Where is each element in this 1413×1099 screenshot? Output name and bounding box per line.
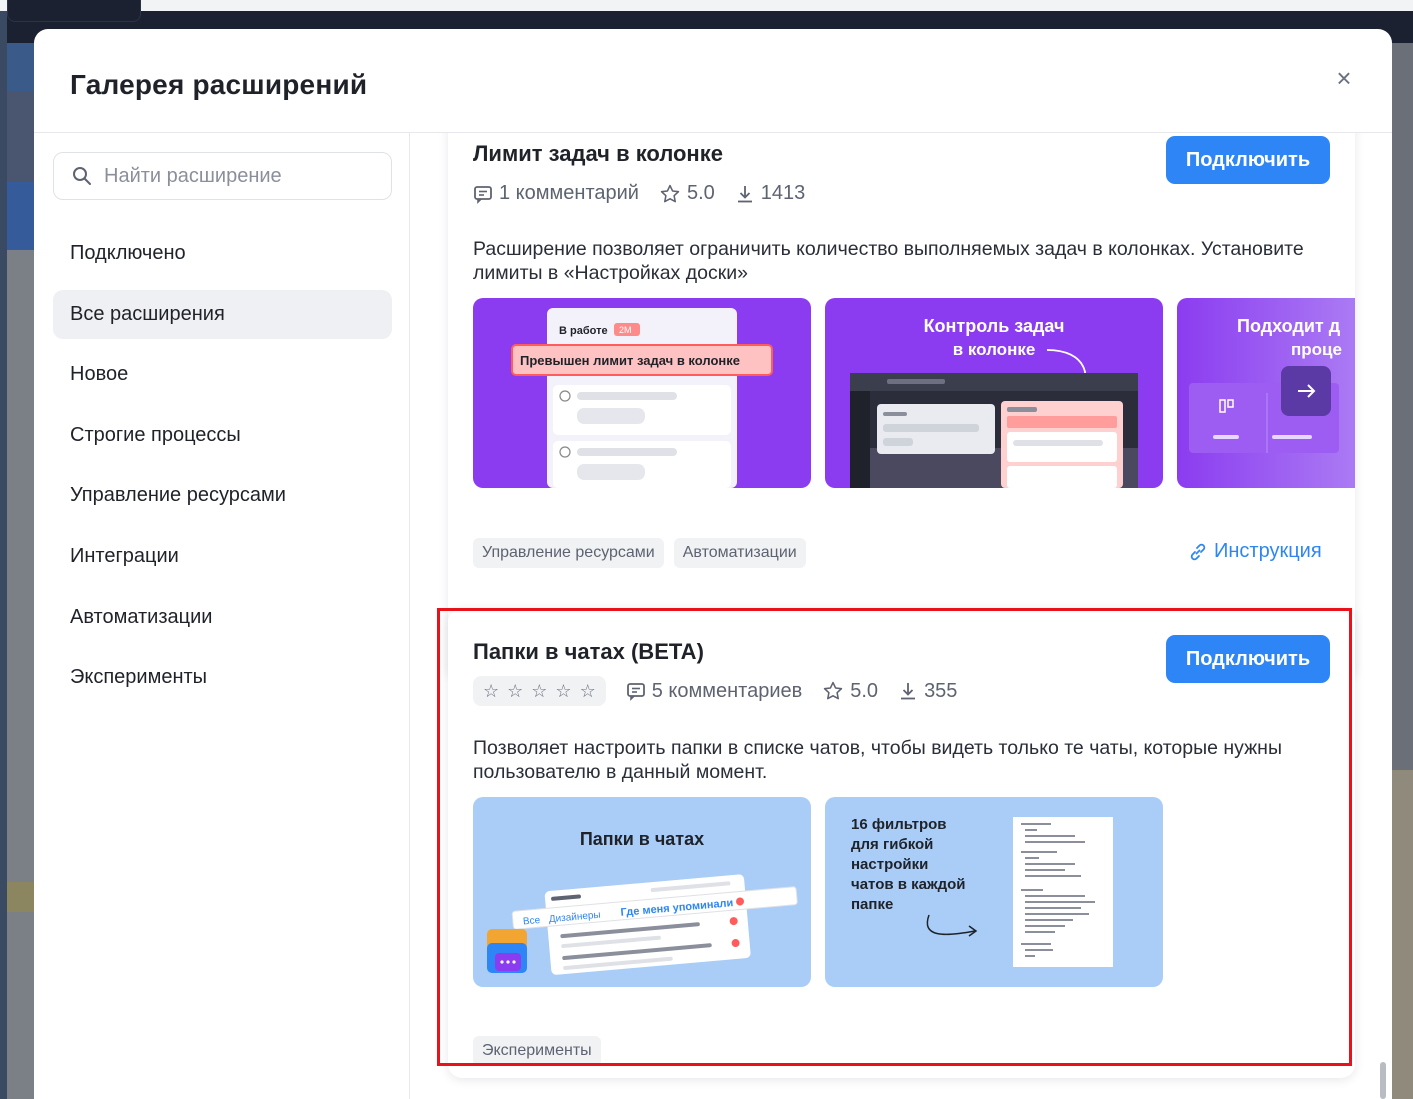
screenshot-image: Контроль задач в колонке	[825, 298, 1163, 488]
star-icon	[660, 184, 680, 202]
sidebar-item-new[interactable]: Новое	[53, 350, 392, 399]
tag[interactable]: Эксперименты	[473, 1036, 601, 1066]
tags-list: Эксперименты	[473, 1036, 611, 1066]
search-icon	[73, 167, 91, 185]
comment-icon	[626, 683, 645, 701]
connect-button[interactable]: Подключить	[1166, 635, 1330, 683]
star-icon	[824, 681, 843, 700]
screenshot-thumbnail[interactable]: Контроль задач в колонке	[825, 298, 1163, 488]
comments-count[interactable]: 5 комментариев	[626, 679, 803, 703]
comments-label: 1 комментарий	[499, 182, 639, 204]
background-band	[7, 43, 37, 91]
download-icon	[901, 683, 916, 700]
extension-card: Лимит задач в колонке Подключить 1 комме…	[448, 133, 1355, 680]
tag[interactable]: Автоматизации	[673, 538, 806, 568]
link-icon	[1190, 543, 1206, 560]
background-tab	[7, 0, 141, 22]
background-topstrip	[0, 0, 1413, 11]
comments-count[interactable]: 1 комментарий	[473, 182, 639, 205]
thumb-heading-line2: проце	[1291, 340, 1342, 359]
sidebar-item-strict-processes[interactable]: Строгие процессы	[53, 411, 392, 460]
extension-description: Расширение позволяет ограничить количест…	[473, 238, 1304, 284]
thumb-heading-line1: Контроль задач	[924, 316, 1065, 336]
background-right-lower	[1392, 770, 1413, 1099]
thumb-limit-badge: 2М	[619, 325, 632, 335]
extension-title: Папки в чатах (BETA)	[473, 639, 704, 664]
star-outline-icon[interactable]: ☆	[507, 681, 523, 702]
connect-button[interactable]: Подключить	[1166, 136, 1330, 184]
scrollbar[interactable]	[1380, 1062, 1386, 1099]
thumb-limit-alert: Превышен лимит задач в колонке	[520, 353, 740, 368]
star-outline-icon[interactable]: ☆	[531, 681, 547, 702]
thumb-heading-line2: в колонке	[953, 340, 1036, 359]
download-icon	[737, 185, 752, 202]
modal-title: Галерея расширений	[70, 69, 368, 100]
sidebar-item-all-extensions[interactable]: Все расширения	[53, 289, 392, 339]
comment-icon	[474, 185, 492, 204]
thumb-heading: Папки в чатах	[580, 829, 704, 849]
rating: 5.0	[822, 680, 878, 703]
screenshot-image: В работе 2М Превышен лимит задач в колон…	[473, 298, 811, 488]
search-box[interactable]	[53, 152, 392, 200]
thumb-text-line: для гибкой	[851, 836, 933, 853]
downloads-value: 1413	[760, 182, 806, 204]
background-accent	[7, 882, 37, 912]
downloads: 1413	[735, 182, 806, 205]
downloads: 355	[898, 680, 957, 703]
background-band	[7, 182, 37, 250]
sidebar-item-integrations[interactable]: Интеграции	[53, 532, 392, 581]
star-outline-icon[interactable]: ☆	[483, 681, 499, 702]
screenshot-image: Подходит д проце	[1177, 298, 1355, 488]
screenshot-thumbnail[interactable]: Подходит д проце	[1177, 298, 1355, 488]
thumb-heading-line1: Подходит д	[1237, 316, 1341, 336]
tag[interactable]: Управление ресурсами	[473, 538, 664, 568]
screenshot-image: Папки в чатах Все Дизайнеры Где меня упо…	[473, 797, 811, 987]
sidebar: Подключено Все расширения Новое Строгие …	[34, 133, 410, 1099]
thumb-text-line: чатов в каждой	[851, 876, 966, 893]
extension-meta: ☆ ☆ ☆ ☆ ☆ 5 комментариев 5.0 355	[473, 676, 977, 706]
extensions-list: Лимит задач в колонке Подключить 1 комме…	[410, 133, 1392, 1099]
screenshot-thumbnail[interactable]: В работе 2М Превышен лимит задач в колон…	[473, 298, 811, 488]
close-button[interactable]: ×	[1330, 65, 1358, 93]
thumb-column-title: В работе	[559, 325, 608, 337]
extension-card: Папки в чатах (BETA) Подключить ☆ ☆ ☆ ☆ …	[448, 608, 1355, 1078]
thumb-text-line: папке	[851, 896, 893, 913]
sidebar-item-automations[interactable]: Автоматизации	[53, 593, 392, 642]
rating-value: 5.0	[850, 679, 879, 702]
modal-header: Галерея расширений ×	[34, 29, 1392, 133]
thumb-tab: Все	[522, 915, 541, 927]
tags-list: Управление ресурсами Автоматизации	[473, 538, 816, 568]
instruction-link[interactable]: Инструкция	[1188, 540, 1322, 563]
comments-label: 5 комментариев	[651, 679, 803, 702]
rating-value: 5.0	[686, 182, 715, 204]
sidebar-item-connected[interactable]: Подключено	[53, 229, 392, 278]
star-outline-icon[interactable]: ☆	[555, 681, 571, 702]
extension-meta: 1 комментарий 5.0 1413	[473, 182, 825, 205]
screenshots-carousel: Папки в чатах Все Дизайнеры Где меня упо…	[473, 797, 1355, 987]
sidebar-nav: Подключено Все расширения Новое Строгие …	[53, 229, 392, 714]
screenshots-carousel: В работе 2М Превышен лимит задач в колон…	[473, 298, 1355, 488]
thumb-text-line: настройки	[851, 856, 928, 873]
screenshot-image: 16 фильтров для гибкой настройки чатов в…	[825, 797, 1163, 987]
background-panel	[7, 250, 37, 1099]
sidebar-item-resource-management[interactable]: Управление ресурсами	[53, 471, 392, 520]
star-outline-icon[interactable]: ☆	[580, 681, 596, 702]
rate-stars[interactable]: ☆ ☆ ☆ ☆ ☆	[473, 676, 606, 706]
rating: 5.0	[659, 182, 715, 205]
extensions-gallery-modal: Галерея расширений × Подключено Все расш…	[34, 29, 1392, 1099]
thumb-text-line: 16 фильтров	[851, 816, 947, 833]
downloads-value: 355	[924, 679, 958, 702]
extension-description: Позволяет настроить папки в списке чатов…	[473, 737, 1282, 783]
extension-title: Лимит задач в колонке	[473, 141, 723, 166]
instruction-label: Инструкция	[1214, 540, 1322, 562]
screenshot-thumbnail[interactable]: 16 фильтров для гибкой настройки чатов в…	[825, 797, 1163, 987]
search-input[interactable]	[104, 164, 364, 188]
sidebar-item-experiments[interactable]: Эксперименты	[53, 653, 392, 702]
screenshot-thumbnail[interactable]: Папки в чатах Все Дизайнеры Где меня упо…	[473, 797, 811, 987]
